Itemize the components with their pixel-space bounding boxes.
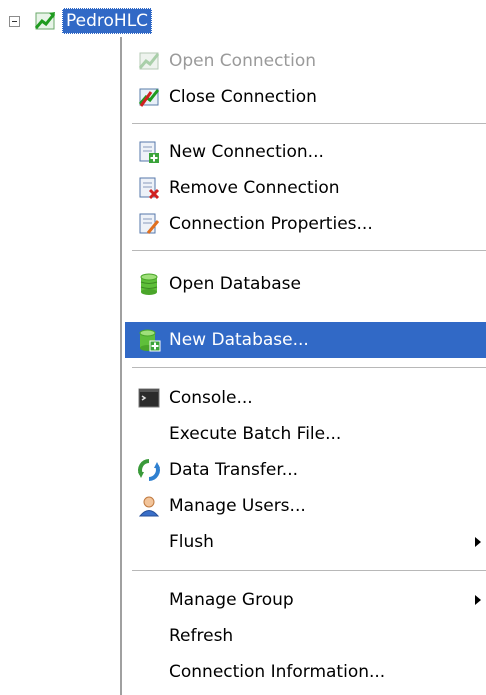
menu-item-manage-group[interactable]: Manage Group	[125, 582, 486, 618]
menu-item-remove-connection[interactable]: Remove Connection	[125, 170, 486, 206]
collapse-icon[interactable]	[9, 15, 20, 27]
new-connection-icon	[136, 139, 162, 165]
data-transfer-icon	[136, 457, 162, 483]
open-connection-icon	[136, 48, 162, 74]
menu-item-open-database[interactable]: Open Database	[125, 266, 486, 302]
menu-item-label: Open Database	[169, 274, 301, 294]
menu-separator	[132, 367, 486, 369]
menu-item-label: Connection Information...	[169, 662, 386, 682]
menu-item-label: Refresh	[169, 626, 234, 646]
connection-properties-icon	[136, 211, 162, 237]
menu-item-label: Console...	[169, 388, 253, 408]
menu-item-refresh[interactable]: Refresh	[125, 618, 486, 654]
close-connection-icon	[136, 84, 162, 110]
menu-separator	[132, 250, 486, 252]
menu-item-new-connection[interactable]: New Connection...	[125, 134, 486, 170]
connection-chart-icon	[34, 12, 56, 30]
menu-item-data-transfer[interactable]: Data Transfer...	[125, 452, 486, 488]
menu-item-open-connection[interactable]: Open Connection	[125, 43, 486, 79]
menu-item-close-connection[interactable]: Close Connection	[125, 79, 486, 115]
remove-connection-icon	[136, 175, 162, 201]
database-icon	[136, 271, 162, 297]
menu-item-label: New Connection...	[169, 142, 324, 162]
menu-item-execute-batch-file[interactable]: Execute Batch File...	[125, 416, 486, 452]
menu-item-label: Flush	[169, 532, 214, 552]
menu-item-manage-users[interactable]: Manage Users...	[125, 488, 486, 524]
menu-item-new-database[interactable]: New Database...	[125, 322, 486, 358]
menu-item-label: Connection Properties...	[169, 214, 373, 234]
user-icon	[136, 493, 162, 519]
menu-item-label: New Database...	[169, 330, 309, 350]
submenu-arrow-icon	[474, 524, 482, 560]
tree-node-connection[interactable]: PedroHLC	[9, 8, 153, 34]
context-menu: Open Connection Close Connection New Con…	[120, 37, 486, 695]
new-database-icon	[136, 327, 162, 353]
menu-item-label: Execute Batch File...	[169, 424, 342, 444]
menu-item-label: Data Transfer...	[169, 460, 299, 480]
menu-item-label: Manage Group	[169, 590, 294, 610]
connection-name[interactable]: PedroHLC	[62, 8, 153, 34]
submenu-arrow-icon	[474, 582, 482, 618]
menu-item-label: Open Connection	[169, 51, 316, 71]
menu-item-label: Close Connection	[169, 87, 317, 107]
menu-separator	[132, 570, 486, 572]
menu-separator	[132, 123, 486, 125]
menu-item-label: Remove Connection	[169, 178, 340, 198]
menu-item-flush[interactable]: Flush	[125, 524, 486, 560]
menu-item-console[interactable]: Console...	[125, 380, 486, 416]
menu-item-connection-properties[interactable]: Connection Properties...	[125, 206, 486, 242]
console-icon	[136, 385, 162, 411]
menu-item-label: Manage Users...	[169, 496, 306, 516]
menu-item-connection-information[interactable]: Connection Information...	[125, 654, 486, 690]
